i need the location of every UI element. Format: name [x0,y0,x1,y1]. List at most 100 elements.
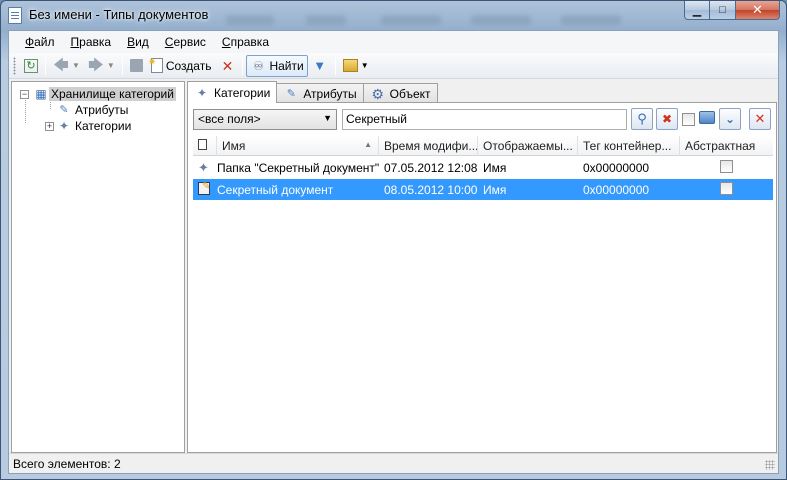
categories-panel: <все поля> Секретный ⚲ ✖ ⌄ [187,102,777,453]
gear-icon: ⚙ [371,85,384,102]
create-label: Создать [165,58,212,73]
filter-checkbox[interactable] [682,113,695,126]
header-modified[interactable]: Время модифи... [379,136,478,156]
search-input[interactable]: Секретный [342,109,627,130]
content-pane: ✦ Категории ✎ Атрибуты ⚙ Объект <все пол… [187,81,777,453]
cell-modified: 08.05.2012 10:00... [384,182,478,197]
blurred-background [471,15,531,25]
refresh-icon: ↻ [24,58,38,73]
back-dropdown-icon: ▼ [72,61,80,70]
window-title: Без имени - Типы документов [29,7,209,22]
tab-object[interactable]: ⚙ Объект [362,83,438,103]
minimize-button[interactable]: ▁ [684,1,710,20]
tree-node-label: Категории [75,119,132,133]
back-arrow-icon: 🡄 [53,56,69,74]
header-display[interactable]: Отображаемы... [478,136,578,156]
category-sparkle-icon: ✦ [198,159,209,175]
document-icon [198,139,207,150]
tab-label: Объект [389,86,431,101]
sort-ascending-icon: ▲ [364,140,372,149]
forward-dropdown-icon: ▼ [106,61,115,70]
clear-search-button[interactable]: ✖ [656,108,678,130]
menu-bar: Файл Правка Вид Сервис Справка [9,31,778,53]
cell-container-tag: 0x00000000 [583,160,650,175]
find-button[interactable]: ♾ Найти [246,54,308,77]
back-button[interactable]: 🡄 ▼ [49,55,84,77]
filter-button[interactable]: ▼ [308,55,332,77]
field-select[interactable]: <все поля> [193,109,337,130]
tree-node-attributes[interactable]: ✎ Атрибуты [56,102,128,118]
blurred-background [226,15,274,25]
header-name[interactable]: Имя ▲ [217,136,379,156]
tab-strip: ✦ Категории ✎ Атрибуты ⚙ Объект [187,81,438,103]
category-tree: − ▦ Хранилище категорий ✎ Атрибуты + ✦ К… [11,81,185,453]
remove-filter-button[interactable]: ✕ [749,108,771,130]
view-list-icon [342,59,358,72]
forward-button[interactable]: 🡆 ▼ [84,55,119,77]
tab-categories[interactable]: ✦ Категории [187,81,278,103]
maximize-button[interactable]: □ [710,1,736,20]
chevron-down-icon: ⌄ [724,112,736,126]
tab-label: Категории [214,85,271,100]
close-icon: ✕ [752,2,763,17]
find-label: Найти [269,58,304,73]
status-text: Всего элементов: 2 [13,457,121,471]
status-bar: Всего элементов: 2 [9,453,778,473]
binoculars-icon: ♾ [253,58,264,73]
document-app-icon [8,7,22,24]
menu-help[interactable]: Справка [214,33,277,51]
tab-attributes[interactable]: ✎ Атрибуты [276,83,364,103]
table-row-selected[interactable]: ✎ Секретный документ 08.05.2012 10:00...… [193,179,773,200]
grid-header: Имя ▲ Время модифи... Отображаемы... Тег… [193,136,773,156]
cell-container-tag: 0x00000000 [583,182,650,197]
folder-filter-icon[interactable] [699,111,715,127]
header-abstract[interactable]: Абстрактная [680,136,773,156]
header-container-tag[interactable]: Тег контейнер... [578,136,680,156]
collapse-icon[interactable]: − [20,89,29,99]
menu-service[interactable]: Сервис [157,33,214,51]
document-edit-icon: ✎ [198,181,210,195]
tree-node-categories[interactable]: + ✦ Категории [45,118,131,134]
toolbar-separator [334,56,336,75]
category-sparkle-icon: ✦ [196,85,208,100]
search-button[interactable]: ⚲ [631,108,653,130]
save-icon [129,59,143,72]
tree-node-label: Хранилище категорий [49,87,176,101]
view-options-dropdown-icon: ▼ [360,61,369,70]
abstract-checkbox[interactable] [720,159,733,173]
blurred-background [381,15,441,25]
forward-arrow-icon: 🡆 [88,56,104,74]
cell-display: Имя [483,182,507,197]
create-button[interactable]: ✷ Создать [147,55,216,77]
close-icon: ✕ [754,111,766,126]
close-button[interactable]: ✕ [736,1,780,20]
toolbar-grip[interactable] [13,56,16,75]
tree-node-root[interactable]: − ▦ Хранилище категорий [20,86,176,102]
cell-name: Секретный документ [217,182,334,197]
menu-file[interactable]: Файл [17,33,63,51]
tree-node-label: Атрибуты [75,103,129,117]
save-button[interactable] [126,55,147,77]
delete-icon: ✕ [221,57,234,74]
toolbar-separator [242,56,244,75]
refresh-button[interactable]: ↻ [20,55,42,77]
menu-view[interactable]: Вид [119,33,157,51]
cell-modified: 07.05.2012 12:08... [384,160,478,175]
attribute-icon: ✎ [286,87,296,100]
new-document-icon: ✷ [148,57,163,73]
abstract-checkbox[interactable] [720,181,733,195]
delete-button[interactable]: ✕ [215,55,239,77]
dropdown-toggle-button[interactable]: ⌄ [719,108,741,130]
expand-icon[interactable]: + [45,121,54,131]
toolbar-separator [45,56,46,75]
filter-bar: <все поля> Секретный ⚲ ✖ ⌄ [193,108,773,132]
attribute-icon: ✎ [59,104,69,116]
cell-display: Имя [483,160,507,175]
view-options-button[interactable]: ▼ [339,55,373,77]
title-bar[interactable]: Без имени - Типы документов ▁ □ ✕ [1,1,786,30]
header-icon-column[interactable] [193,136,217,156]
table-row[interactable]: ✦ Папка "Секретный документ" 07.05.2012 … [193,157,773,178]
maximize-icon: □ [719,4,726,16]
menu-edit[interactable]: Правка [63,33,120,51]
resize-grip-icon[interactable] [765,460,775,470]
